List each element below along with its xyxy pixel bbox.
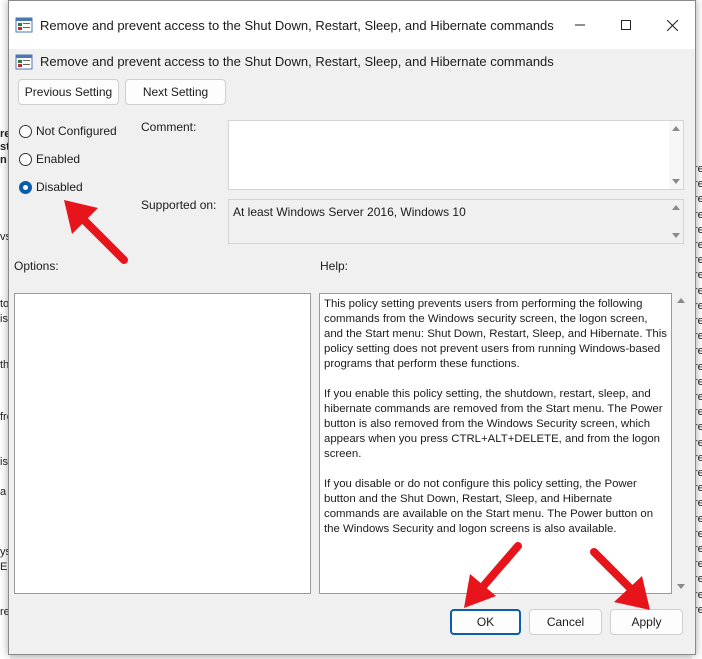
- radio-not-configured[interactable]: Not Configured: [19, 123, 117, 139]
- maximize-button[interactable]: [603, 1, 649, 49]
- close-icon: [666, 19, 678, 31]
- policy-settings-icon: [15, 17, 33, 33]
- supported-on-field: At least Windows Server 2016, Windows 10: [228, 199, 684, 244]
- policy-setting-dialog: Remove and prevent access to the Shut Do…: [8, 0, 696, 655]
- ok-button[interactable]: OK: [450, 609, 521, 635]
- options-label: Options:: [14, 259, 59, 273]
- radio-enabled[interactable]: Enabled: [19, 151, 80, 167]
- apply-button[interactable]: Apply: [610, 609, 683, 635]
- help-paragraph: If you enable this policy setting, the s…: [324, 388, 663, 460]
- radio-label: Enabled: [36, 152, 81, 166]
- next-setting-button[interactable]: Next Setting: [125, 79, 226, 105]
- scroll-up-icon[interactable]: [672, 205, 680, 210]
- scroll-down-icon[interactable]: [672, 179, 680, 184]
- help-text: This policy setting prevents users from …: [324, 297, 667, 552]
- maximize-icon: [621, 20, 631, 30]
- previous-setting-button[interactable]: Previous Setting: [18, 79, 119, 105]
- help-pane: This policy setting prevents users from …: [319, 293, 672, 594]
- comment-label: Comment:: [141, 120, 197, 134]
- scroll-down-icon[interactable]: [672, 233, 680, 238]
- minimize-button[interactable]: [557, 1, 603, 49]
- window-title: Remove and prevent access to the Shut Do…: [40, 18, 554, 33]
- help-scrollbar[interactable]: [675, 293, 687, 594]
- supported-scrollbar[interactable]: [669, 200, 683, 243]
- cancel-button[interactable]: Cancel: [529, 609, 602, 635]
- policy-name-header: Remove and prevent access to the Shut Do…: [40, 54, 554, 69]
- radio-circle[interactable]: [19, 124, 32, 138]
- supported-on-label: Supported on:: [141, 198, 217, 212]
- scroll-up-icon[interactable]: [677, 298, 685, 303]
- policy-settings-icon: [15, 54, 33, 70]
- radio-disabled[interactable]: Disabled: [19, 179, 83, 195]
- supported-on-value: At least Windows Server 2016, Windows 10: [233, 205, 466, 219]
- title-bar: Remove and prevent access to the Shut Do…: [9, 1, 695, 49]
- radio-circle[interactable]: [19, 180, 32, 194]
- comment-textarea[interactable]: [228, 120, 684, 190]
- minimize-icon: [575, 24, 585, 26]
- radio-label: Disabled: [36, 180, 83, 194]
- comment-scrollbar[interactable]: [669, 121, 683, 189]
- scroll-down-icon[interactable]: [677, 584, 685, 589]
- radio-circle[interactable]: [19, 152, 32, 166]
- options-pane: [14, 293, 311, 594]
- help-paragraph: This policy setting prevents users from …: [324, 298, 667, 370]
- radio-label: Not Configured: [36, 124, 117, 138]
- help-paragraph: If you disable or do not configure this …: [324, 478, 654, 535]
- close-button[interactable]: [649, 1, 695, 49]
- scroll-up-icon[interactable]: [672, 126, 680, 131]
- help-label: Help:: [320, 259, 349, 273]
